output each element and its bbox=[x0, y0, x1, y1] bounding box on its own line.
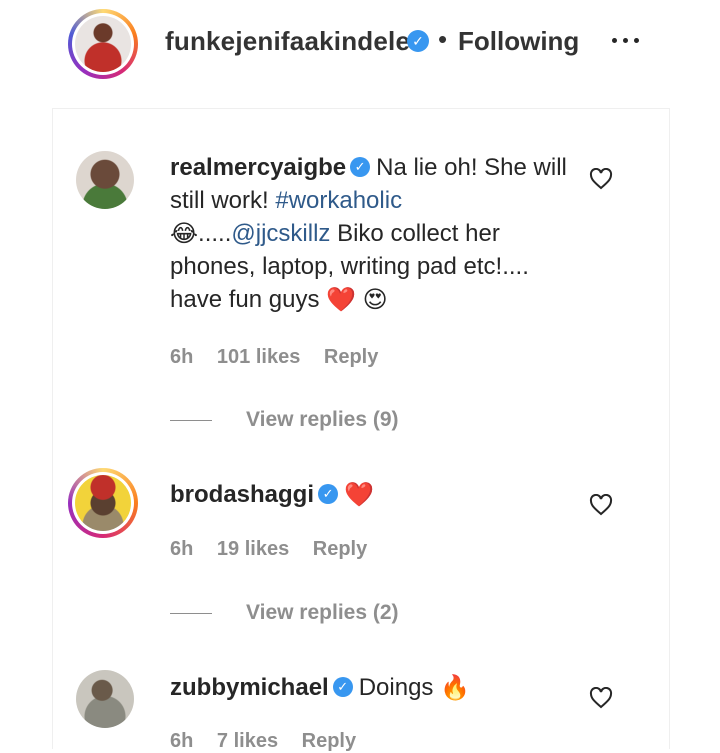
view-replies-button[interactable]: View replies (2) bbox=[170, 601, 399, 625]
fire-emoji: 🔥 bbox=[440, 674, 470, 702]
comment-text: ..... bbox=[198, 220, 232, 247]
verified-badge-icon: ✓ bbox=[350, 156, 371, 177]
heart-eyes-emoji: 😍 bbox=[362, 286, 388, 314]
view-replies-button[interactable]: View replies (9) bbox=[170, 408, 399, 432]
separator-dot: • bbox=[438, 24, 448, 54]
verified-badge-icon: ✓ bbox=[407, 30, 429, 52]
like-heart-icon[interactable] bbox=[589, 168, 613, 190]
comment-username[interactable]: realmercyaigbe bbox=[170, 154, 346, 181]
comment-username[interactable]: zubbymichael bbox=[170, 674, 329, 701]
following-button[interactable]: Following bbox=[458, 26, 579, 57]
author-avatar[interactable] bbox=[68, 9, 138, 79]
reply-button[interactable]: Reply bbox=[302, 730, 356, 752]
heart-emoji: ❤️ bbox=[344, 481, 374, 509]
comment-username[interactable]: brodashaggi bbox=[170, 481, 314, 508]
view-replies-label: View replies (2) bbox=[246, 601, 399, 624]
comment-time: 6h bbox=[170, 538, 194, 560]
comment-likes[interactable]: 101 likes bbox=[217, 346, 300, 368]
replies-divider-line bbox=[170, 419, 212, 421]
comment-meta: 6h 7 likes Reply bbox=[170, 730, 374, 753]
comment-avatar[interactable] bbox=[76, 151, 134, 209]
verified-badge-icon: ✓ bbox=[332, 676, 353, 697]
comment-body: realmercyaigbe ✓ Na lie oh! She will still… bbox=[170, 151, 570, 316]
hashtag-link[interactable]: #workaholic bbox=[275, 187, 402, 214]
comment-avatar[interactable] bbox=[68, 468, 138, 538]
comment-time: 6h bbox=[170, 730, 194, 752]
like-heart-icon[interactable] bbox=[589, 687, 613, 709]
more-horizontal-icon[interactable] bbox=[610, 28, 642, 52]
comment-body: zubbymichael ✓ Doings 🔥 bbox=[170, 671, 570, 704]
view-replies-label: View replies (9) bbox=[246, 408, 399, 431]
reply-button[interactable]: Reply bbox=[324, 346, 378, 368]
replies-divider-line bbox=[170, 612, 212, 614]
verified-badge-icon: ✓ bbox=[318, 483, 339, 504]
comment-meta: 6h 19 likes Reply bbox=[170, 538, 385, 561]
heart-emoji: ❤️ bbox=[326, 286, 356, 314]
comment-avatar[interactable] bbox=[76, 670, 134, 728]
comment-body: brodashaggi ✓ ❤️ bbox=[170, 478, 570, 511]
comment-meta: 6h 101 likes Reply bbox=[170, 346, 396, 369]
mention-link[interactable]: @jjcskillz bbox=[231, 220, 330, 247]
like-heart-icon[interactable] bbox=[589, 494, 613, 516]
comment-text: Doings bbox=[358, 674, 441, 701]
laughing-emoji: 😂 bbox=[170, 220, 199, 248]
comment-likes[interactable]: 7 likes bbox=[217, 730, 278, 752]
comment-time: 6h bbox=[170, 346, 194, 368]
post-header: funkejenifaakindele ✓ • Following bbox=[0, 0, 720, 85]
comment-likes[interactable]: 19 likes bbox=[217, 538, 289, 560]
author-username[interactable]: funkejenifaakindele bbox=[165, 26, 410, 57]
reply-button[interactable]: Reply bbox=[313, 538, 367, 560]
